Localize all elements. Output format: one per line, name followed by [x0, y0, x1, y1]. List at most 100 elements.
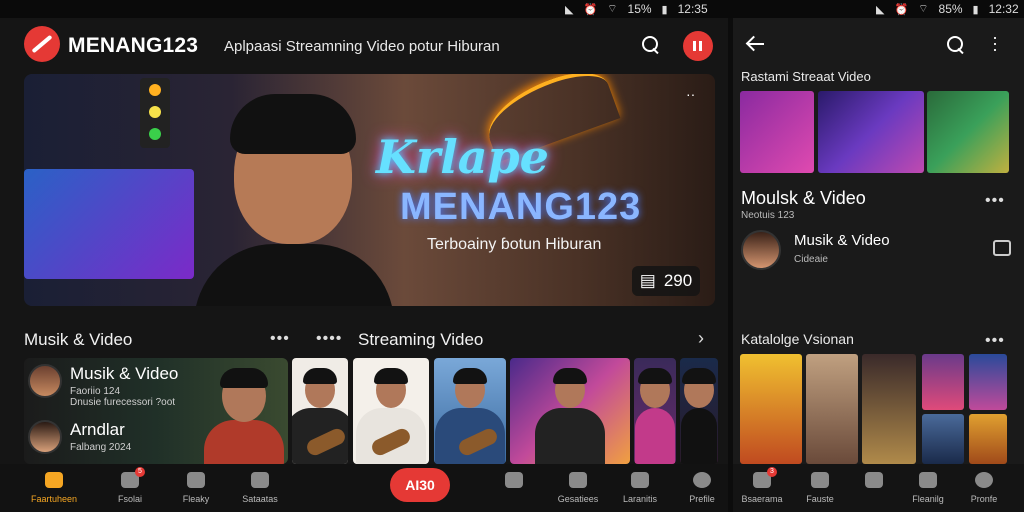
video-thumbnail[interactable]	[818, 91, 924, 173]
notification-badge: 5	[135, 467, 145, 477]
nav-item-status[interactable]: Sataatas	[234, 472, 286, 504]
nav-label: Fleanilg	[912, 494, 944, 504]
comment-icon: ▤	[639, 271, 656, 290]
app-name: MENANG123	[68, 34, 199, 57]
profile-icon	[693, 472, 711, 488]
catalog-thumbnail[interactable]	[806, 354, 858, 464]
nav-label: Pronfe	[970, 494, 998, 504]
detail-pane: · · · Rastami Streaat Video Moulsk & Video…	[733, 18, 1024, 512]
hero-neon-title: Krlape	[376, 130, 549, 184]
center-action-button[interactable]: AI30	[390, 468, 450, 502]
search-icon[interactable]	[945, 34, 967, 56]
nav-item-upload[interactable]	[488, 472, 540, 494]
nav-label: Prefile	[689, 494, 715, 504]
nav-label: Laranitis	[622, 494, 658, 504]
battery-percent: 15%	[627, 2, 652, 16]
section-more-button[interactable]: •••	[270, 330, 290, 348]
home-icon	[45, 472, 63, 488]
section-title: Rastami Streaat Video	[741, 69, 871, 84]
more-button[interactable]: •••	[985, 332, 1005, 350]
house-icon	[569, 472, 587, 488]
video-thumbnail[interactable]	[434, 358, 506, 464]
notification-icon: 5	[121, 467, 145, 488]
hero-host-image	[194, 94, 394, 306]
section-more-button[interactable]: ••••	[316, 330, 342, 348]
upload-icon	[865, 472, 883, 488]
nav-item-home[interactable]: Faartuheen	[28, 472, 80, 504]
search-icon	[187, 472, 205, 488]
catalog-thumbnail[interactable]	[969, 354, 1007, 410]
nav-label: Bsaerama	[741, 494, 783, 504]
bottom-nav: 3 Bsaerama Fauste Fleanilg Pronfe	[733, 464, 1024, 512]
video-thumbnail[interactable]	[353, 358, 429, 464]
live-button[interactable]	[683, 31, 713, 61]
catalog-thumbnail[interactable]	[862, 354, 916, 464]
nav-label: Sataatas	[242, 494, 278, 504]
nav-item-notifications[interactable]: 5 Fsolai	[104, 467, 156, 504]
wifi-icon: ⌔	[918, 3, 929, 15]
item-meta: Faoriio 124 Dnusie furecessori ?oot	[70, 386, 176, 408]
nav-item-profile[interactable]: Prefile	[676, 472, 728, 504]
status-bar-right: ◣ ⏰ ⌔ 85% ▮ 12:32	[876, 2, 1019, 16]
nav-item-library[interactable]: Fleanilg	[903, 472, 953, 504]
library-icon	[919, 472, 937, 488]
app-logo-icon[interactable]	[24, 26, 60, 62]
battery-percent: 85%	[938, 2, 963, 16]
nav-item-search[interactable]: Fleaky	[170, 472, 222, 504]
hero-more-button[interactable]: ··	[686, 86, 695, 102]
more-vert-icon[interactable]: · · ·	[992, 28, 998, 58]
add-to-playlist-icon[interactable]	[993, 240, 1011, 256]
hero-count-value: 290	[663, 271, 693, 290]
video-thumbnail[interactable]	[292, 358, 348, 464]
clock: 12:32	[988, 2, 1019, 16]
video-thumbnail[interactable]	[680, 358, 718, 464]
search-icon	[631, 472, 649, 488]
search-icon[interactable]	[640, 34, 662, 56]
nav-label: Fauste	[806, 494, 834, 504]
app-subtitle: Aplpaasi Streamning Video potur Hiburan	[224, 38, 500, 55]
nav-label: Fsolai	[117, 494, 142, 504]
catalog-thumbnail[interactable]	[922, 354, 964, 410]
notification-badge: 3	[767, 467, 777, 477]
detail-meta: Neotuis 123	[741, 210, 795, 221]
nav-item-explore[interactable]: Laranitis	[614, 472, 666, 504]
nav-item-categories[interactable]: Gesatiees	[552, 472, 604, 504]
hero-view-count[interactable]: ▤ 290	[632, 266, 700, 296]
profile-icon	[975, 472, 993, 488]
nav-label: Fleaky	[182, 494, 210, 504]
section-title-streaming: Streaming Video	[358, 330, 484, 349]
catalog-thumbnail[interactable]	[740, 354, 802, 464]
refresh-icon	[251, 472, 269, 488]
clock: 12:35	[677, 2, 708, 16]
list-item[interactable]: Musik & Video Faoriio 124 Dnusie fureces…	[28, 364, 178, 408]
avatar	[741, 230, 781, 270]
nav-item-favorites[interactable]: Fauste	[795, 472, 845, 504]
video-thumbnail[interactable]	[634, 358, 676, 464]
nav-label: Gesatiees	[557, 494, 599, 504]
section-next-arrow-icon[interactable]: ›	[698, 328, 705, 349]
nav-item-profile[interactable]: Pronfe	[959, 472, 1009, 504]
more-button[interactable]: •••	[985, 192, 1005, 210]
featured-artist-image	[204, 368, 284, 464]
back-arrow-icon[interactable]	[745, 34, 765, 54]
detail-title: Moulsk & Video	[741, 188, 866, 208]
signal-icon: ◣	[876, 3, 885, 16]
list-item[interactable]: Arndlar Falbang 2024	[28, 420, 131, 454]
avatar	[28, 364, 62, 398]
catalog-thumbnail[interactable]	[922, 414, 964, 464]
featured-card[interactable]: Musik & Video Faoriio 124 Dnusie fureces…	[24, 358, 288, 464]
video-thumbnail[interactable]	[927, 91, 1009, 173]
video-thumbnail[interactable]	[510, 358, 630, 464]
alarm-icon: ⏰	[583, 3, 598, 16]
nav-item-home[interactable]: 3 Bsaerama	[737, 467, 787, 504]
hero-banner[interactable]: Krlape MENANG123 Terboainy ɓotun Hiburan…	[24, 74, 715, 306]
video-thumbnail[interactable]	[740, 91, 814, 173]
item-meta: Falbang 2024	[70, 442, 132, 453]
section-title: Katalolge Vsionan	[741, 331, 854, 347]
nav-item-upload[interactable]	[849, 472, 899, 494]
upload-icon	[505, 472, 523, 488]
catalog-thumbnail[interactable]	[969, 414, 1007, 464]
heart-icon	[811, 472, 829, 488]
home-icon: 3	[753, 467, 777, 488]
list-item[interactable]: Musik & Video Cideaie	[741, 230, 1016, 276]
